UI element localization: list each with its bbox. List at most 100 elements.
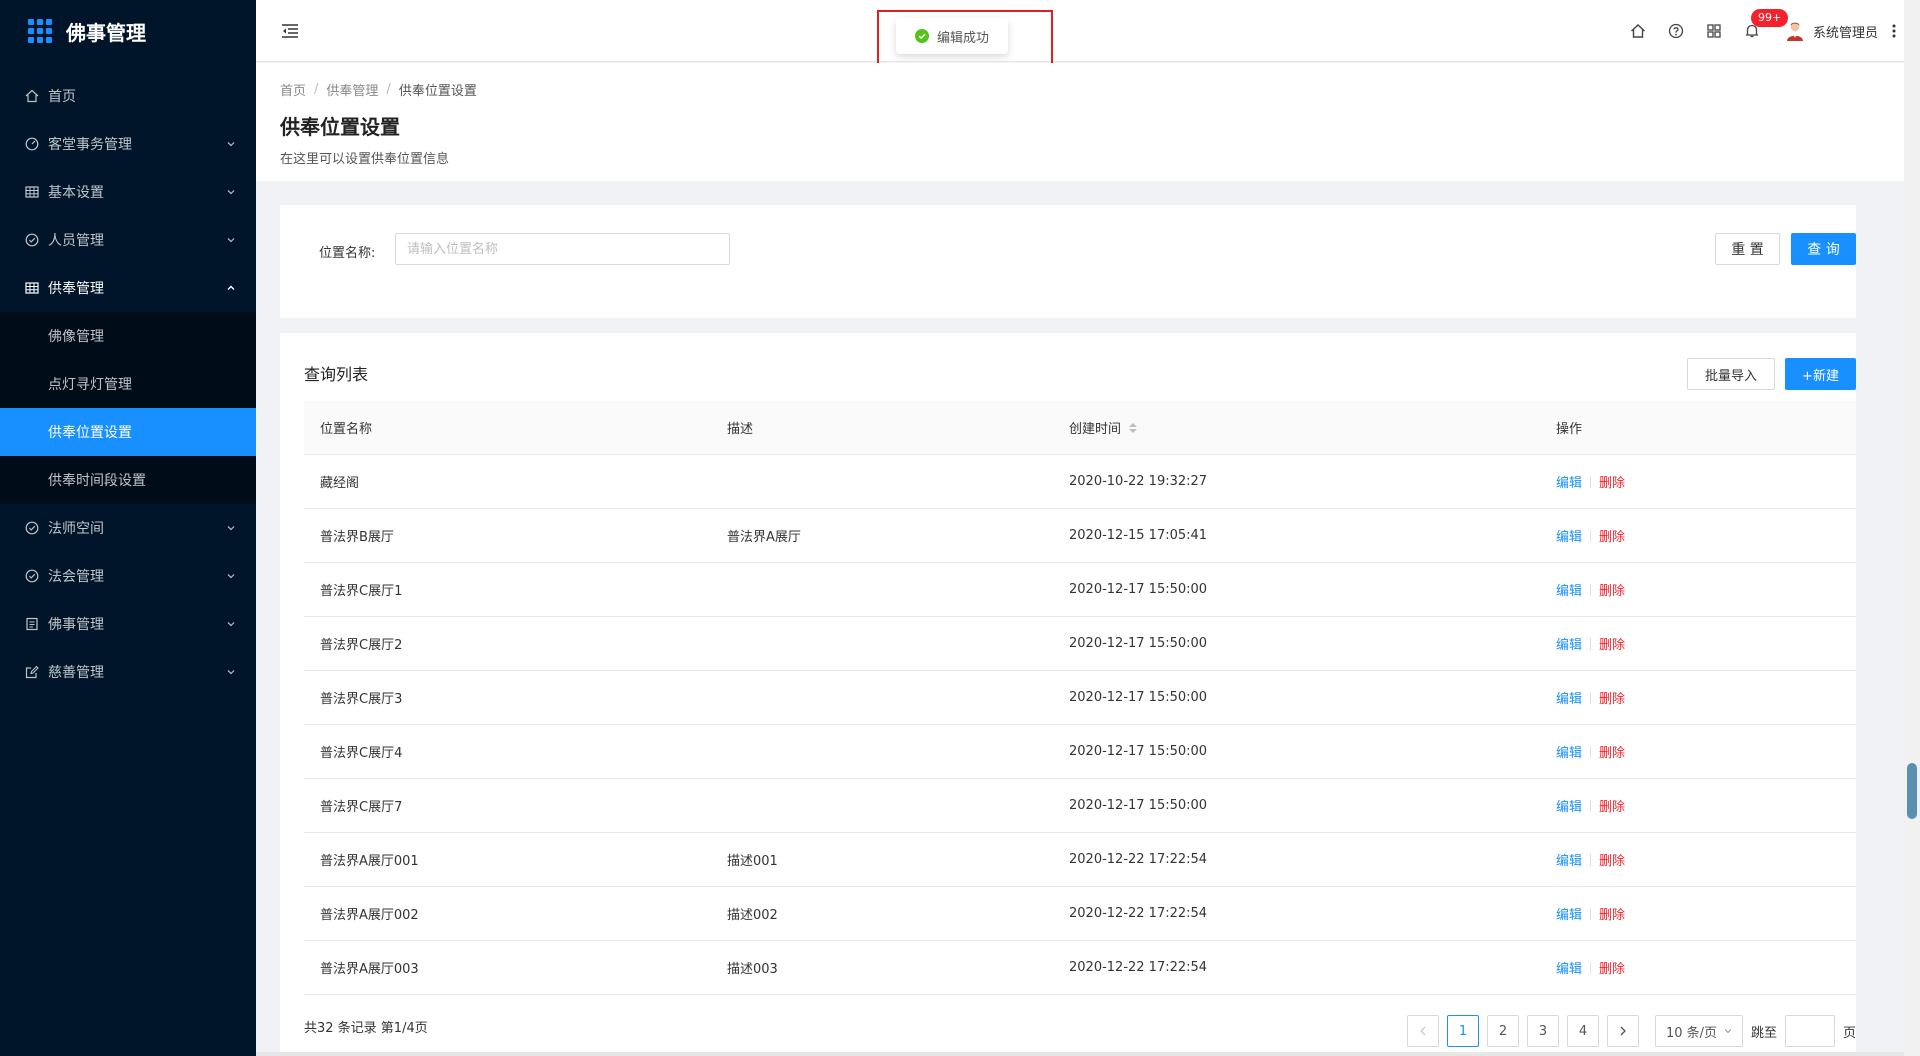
check-circle-icon — [24, 568, 40, 584]
home-icon — [24, 88, 40, 104]
table-row: 普法界C展厅7 2020-12-17 15:50:00 编辑 删除 — [304, 779, 1856, 833]
page-2-button[interactable]: 2 — [1486, 1015, 1519, 1047]
edit-link[interactable]: 编辑 — [1556, 526, 1582, 545]
sidebar-item-offering-location[interactable]: 供奉位置设置 — [0, 408, 256, 456]
sidebar-item-charity[interactable]: 慈善管理 — [0, 648, 256, 696]
breadcrumb-offering[interactable]: 供奉管理 — [326, 80, 378, 99]
top-header: 99+ 系统管理员 — [256, 0, 1904, 62]
sidebar-item-personnel[interactable]: 人员管理 — [0, 216, 256, 264]
breadcrumb-separator: / — [314, 82, 319, 97]
page-1-button[interactable]: 1 — [1446, 1015, 1479, 1047]
delete-link[interactable]: 删除 — [1599, 526, 1625, 545]
check-circle-icon — [24, 520, 40, 536]
sidebar-item-offering-time[interactable]: 供奉时间段设置 — [0, 456, 256, 504]
sidebar-item-label: 佛像管理 — [48, 329, 104, 345]
help-icon[interactable] — [1657, 0, 1695, 62]
chevron-down-icon — [226, 187, 236, 197]
page-size-select[interactable]: 10 条/页 — [1654, 1015, 1743, 1047]
more-vertical-icon[interactable] — [1884, 0, 1904, 62]
sidebar-item-basic-settings[interactable]: 基本设置 — [0, 168, 256, 216]
delete-link[interactable]: 删除 — [1599, 742, 1625, 761]
edit-link[interactable]: 编辑 — [1556, 634, 1582, 653]
column-header-created-time[interactable]: 创建时间 — [1053, 418, 1540, 437]
sidebar-menu: 首页 客堂事务管理 基本设置 人员管理 供奉管理 佛像管理 点灯寻灯管理 供奉位… — [0, 72, 256, 696]
sort-icon[interactable] — [1129, 422, 1138, 433]
edit-link[interactable]: 编辑 — [1556, 958, 1582, 977]
table-row: 普法界C展厅1 2020-12-17 15:50:00 编辑 删除 — [304, 563, 1856, 617]
logo[interactable]: 佛事管理 — [0, 0, 256, 62]
delete-link[interactable]: 删除 — [1599, 958, 1625, 977]
sidebar-item-lamp-management[interactable]: 点灯寻灯管理 — [0, 360, 256, 408]
cell-location-name: 普法界B展厅 — [320, 530, 394, 545]
delete-link[interactable]: 删除 — [1599, 634, 1625, 653]
delete-link[interactable]: 删除 — [1599, 688, 1625, 707]
page-3-button[interactable]: 3 — [1526, 1015, 1559, 1047]
page-4-button[interactable]: 4 — [1566, 1015, 1599, 1047]
total-records: 共32 条记录 第1/4页 — [304, 1021, 428, 1036]
pagination: 1 2 3 4 10 条/页 跳至 页 — [1399, 1015, 1856, 1047]
delete-link[interactable]: 删除 — [1599, 472, 1625, 491]
bottom-scroll-strip — [256, 1052, 1904, 1056]
breadcrumb-home[interactable]: 首页 — [280, 80, 306, 99]
edit-link[interactable]: 编辑 — [1556, 472, 1582, 491]
cell-created-time: 2020-10-22 19:32:27 — [1069, 474, 1208, 489]
vertical-scrollbar[interactable] — [1904, 0, 1920, 1056]
delete-link[interactable]: 删除 — [1599, 850, 1625, 869]
scrollbar-thumb[interactable] — [1907, 763, 1917, 819]
page-title: 供奉位置设置 — [280, 115, 400, 139]
edit-link[interactable]: 编辑 — [1556, 688, 1582, 707]
sidebar-item-buddhist-affairs[interactable]: 佛事管理 — [0, 600, 256, 648]
sidebar-item-home[interactable]: 首页 — [0, 72, 256, 120]
action-divider — [1590, 475, 1592, 488]
action-divider — [1590, 637, 1592, 650]
search-form: 位置名称: 重 置 查 询 — [280, 205, 1856, 318]
sidebar-item-dharma-assembly[interactable]: 法会管理 — [0, 552, 256, 600]
edit-link[interactable]: 编辑 — [1556, 742, 1582, 761]
cell-created-time: 2020-12-17 15:50:00 — [1069, 798, 1208, 813]
sidebar-item-label: 点灯寻灯管理 — [48, 377, 132, 393]
batch-import-button[interactable]: 批量导入 — [1687, 358, 1775, 390]
breadcrumb-separator: / — [386, 82, 391, 97]
sidebar-item-offering[interactable]: 供奉管理 — [0, 264, 256, 312]
delete-link[interactable]: 删除 — [1599, 904, 1625, 923]
home-icon[interactable] — [1619, 0, 1657, 62]
reset-button[interactable]: 重 置 — [1715, 233, 1780, 265]
cell-location-name: 普法界A展厅002 — [320, 908, 419, 923]
page-size-value: 10 条/页 — [1665, 1025, 1718, 1041]
sidebar-item-label: 供奉管理 — [48, 281, 104, 297]
cell-location-name: 普法界C展厅3 — [320, 692, 403, 707]
sidebar-item-master-space[interactable]: 法师空间 — [0, 504, 256, 552]
prev-page-button[interactable] — [1406, 1015, 1439, 1047]
next-page-button[interactable] — [1606, 1015, 1639, 1047]
cell-description: 描述002 — [727, 908, 778, 923]
cell-actions: 编辑 删除 — [1540, 958, 1856, 977]
edit-link[interactable]: 编辑 — [1556, 796, 1582, 815]
delete-link[interactable]: 删除 — [1599, 580, 1625, 599]
sidebar-item-buddha-images[interactable]: 佛像管理 — [0, 312, 256, 360]
delete-link[interactable]: 删除 — [1599, 796, 1625, 815]
chevron-down-icon — [1724, 1029, 1732, 1034]
sidebar-submenu-offering: 佛像管理 点灯寻灯管理 供奉位置设置 供奉时间段设置 — [0, 312, 256, 504]
edit-link[interactable]: 编辑 — [1556, 580, 1582, 599]
cell-created-time: 2020-12-17 15:50:00 — [1069, 690, 1208, 705]
edit-link[interactable]: 编辑 — [1556, 850, 1582, 869]
cell-created-time: 2020-12-22 17:22:54 — [1069, 960, 1208, 975]
location-name-input[interactable] — [395, 233, 730, 265]
menu-fold-icon[interactable] — [280, 21, 300, 41]
edit-link[interactable]: 编辑 — [1556, 904, 1582, 923]
page-unit-label: 页 — [1842, 1025, 1856, 1041]
query-button[interactable]: 查 询 — [1791, 233, 1856, 265]
apps-icon[interactable] — [1695, 0, 1733, 62]
column-header-description: 描述 — [727, 422, 754, 437]
chevron-down-icon — [226, 139, 236, 149]
table-icon — [24, 280, 40, 296]
jump-to-input[interactable] — [1784, 1015, 1835, 1047]
table-icon — [24, 184, 40, 200]
chevron-up-icon — [226, 283, 236, 293]
bell-icon[interactable]: 99+ — [1733, 0, 1789, 62]
location-name-label: 位置名称: — [319, 246, 376, 261]
user-menu[interactable]: 系统管理员 — [1771, 0, 1878, 62]
cell-location-name: 普法界A展厅003 — [320, 962, 419, 977]
sidebar-item-reception-affairs[interactable]: 客堂事务管理 — [0, 120, 256, 168]
new-button[interactable]: +新建 — [1785, 358, 1856, 390]
